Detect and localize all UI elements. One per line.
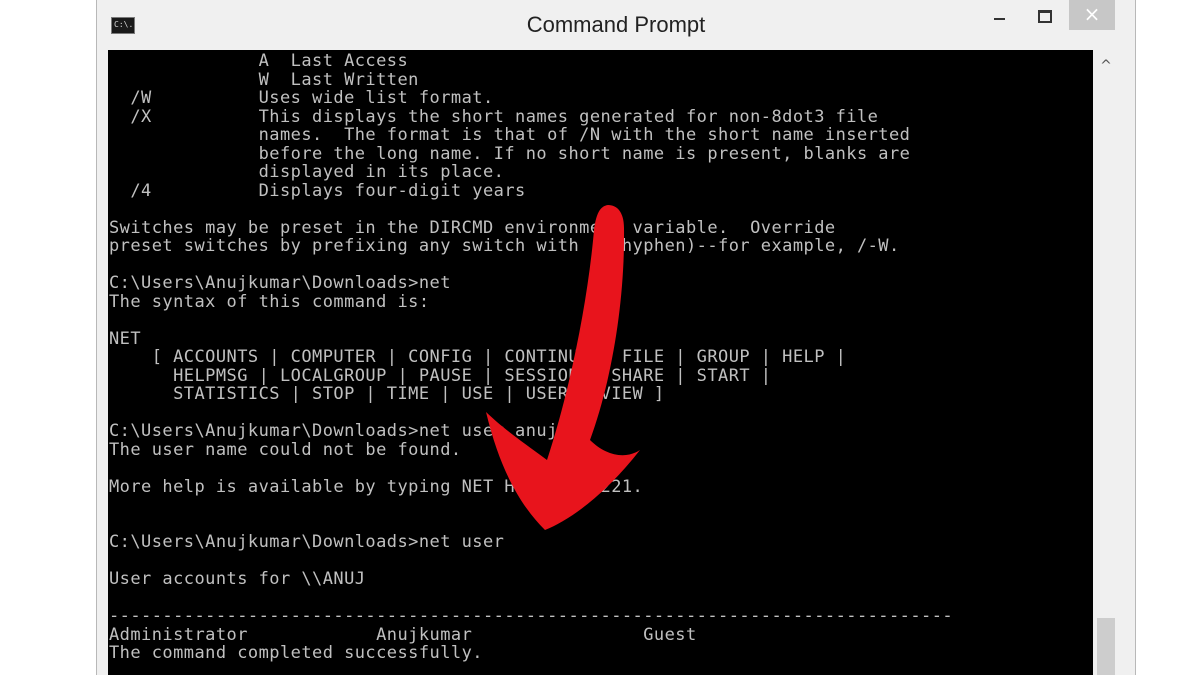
console-line: More help is available by typing NET HEL… (109, 476, 644, 497)
console-line: The command completed successfully. (109, 643, 483, 663)
maximize-icon (1038, 10, 1052, 23)
console-line: names. The format is that of /N with the… (109, 125, 911, 145)
console-line: C:\Users\Anujkumar\Downloads>net user an… (109, 421, 558, 441)
scroll-up-arrow-icon[interactable]: ^ (1093, 54, 1119, 78)
vertical-scrollbar[interactable]: ^ (1093, 50, 1119, 675)
command-prompt-window: C:\. Command Prompt × A Last Access W La… (96, 0, 1136, 675)
console-line: ----------------------------------------… (109, 606, 954, 626)
console-line: HELPMSG | LOCALGROUP | PAUSE | SESSION |… (109, 365, 772, 386)
console-output-area[interactable]: A Last Access W Last Written /W Uses wid… (108, 50, 1093, 675)
console-line: /4 Displays four-digit years (109, 180, 526, 201)
close-icon: × (1083, 2, 1101, 26)
console-text: A Last Access W Last Written /W Uses wid… (109, 52, 953, 663)
console-line: Administrator Anujkumar Guest (109, 624, 697, 645)
scroll-thumb[interactable] (1097, 618, 1115, 675)
console-line: preset switches by prefixing any switch … (109, 236, 900, 256)
console-line: The user name could not be found. (109, 439, 462, 460)
maximize-button[interactable] (1023, 0, 1067, 30)
title-bar[interactable]: C:\. Command Prompt × (97, 0, 1135, 50)
close-button[interactable]: × (1069, 0, 1115, 30)
console-line: /W Uses wide list format. (109, 88, 494, 108)
console-line: The syntax of this command is: (109, 291, 430, 312)
console-line: A Last Access (109, 51, 409, 71)
console-line: /X This displays the short names generat… (109, 106, 879, 127)
console-line: before the long name. If no short name i… (109, 143, 911, 164)
console-line: [ ACCOUNTS | COMPUTER | CONFIG | CONTINU… (109, 347, 847, 367)
minimize-icon (993, 18, 1005, 20)
console-line: NET (109, 328, 142, 349)
minimize-button[interactable] (977, 0, 1021, 30)
console-line: C:\Users\Anujkumar\Downloads>net user (109, 532, 505, 552)
console-line: Switches may be preset in the DIRCMD env… (109, 217, 836, 238)
console-line: W Last Written (109, 69, 419, 90)
console-line: STATISTICS | STOP | TIME | USE | USER | … (109, 384, 665, 404)
console-line: displayed in its place. (109, 162, 505, 182)
console-line: User accounts for \\ANUJ (109, 569, 366, 589)
console-line: C:\Users\Anujkumar\Downloads>net (109, 273, 451, 293)
